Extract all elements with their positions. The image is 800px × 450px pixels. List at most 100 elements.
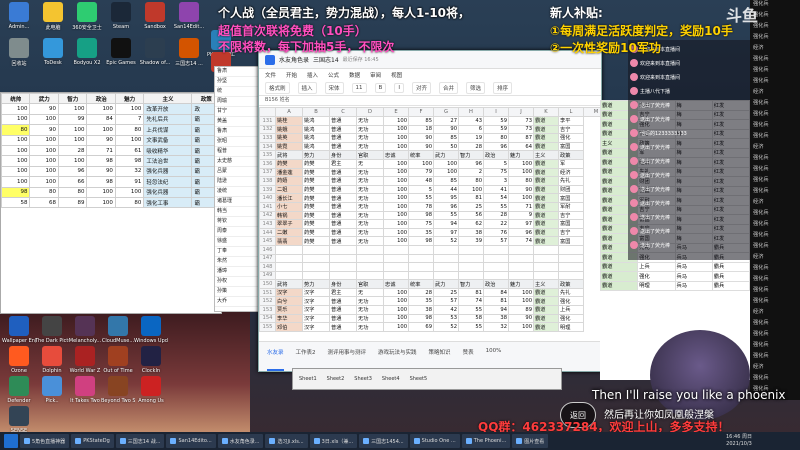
table-cell[interactable]: 100	[383, 236, 409, 246]
desktop-icon[interactable]: Sandbox	[138, 2, 172, 30]
table-cell[interactable]: 2	[458, 167, 484, 178]
table-cell[interactable]: 姚娥	[275, 124, 303, 135]
table-cell[interactable]: 81	[483, 296, 509, 307]
table-cell[interactable]: 药樊	[275, 158, 303, 169]
table-cell[interactable]: 100	[1, 155, 31, 167]
table-cell[interactable]: 96	[483, 141, 509, 152]
table-cell[interactable]: 无功	[356, 116, 384, 126]
table-cell[interactable]: 90	[29, 103, 59, 115]
row-number[interactable]: 151	[259, 287, 276, 298]
system-clock[interactable]: 16:46 周日 2021/10/3	[726, 434, 752, 448]
desktop-icon[interactable]: Out of Time	[101, 346, 135, 374]
table-cell[interactable]: 50	[433, 141, 459, 152]
table-cell[interactable]: 智力	[458, 150, 484, 160]
row-number[interactable]: 139	[259, 184, 276, 195]
table-cell[interactable]: 霸道	[533, 210, 559, 221]
table-cell[interactable]: 官职	[356, 150, 384, 160]
table-cell[interactable]: 98	[86, 176, 116, 188]
column-header[interactable]: A	[275, 107, 303, 117]
table-cell[interactable]	[329, 270, 357, 281]
table-cell[interactable]: 99	[57, 113, 88, 126]
table-cell[interactable]: 药樊	[302, 167, 330, 178]
table-cell[interactable]: 85	[408, 116, 434, 126]
table-cell[interactable]: 轻忽法纪	[143, 176, 193, 188]
table-cell[interactable]: 100	[383, 184, 409, 195]
table-cell[interactable]: 汉字	[302, 305, 330, 315]
table-cell[interactable]	[329, 244, 357, 255]
row-number[interactable]: 133	[259, 133, 276, 143]
table-cell[interactable]: 霸道	[533, 227, 559, 238]
table-cell[interactable]: 霸道	[533, 305, 559, 315]
table-cell[interactable]: 84	[86, 113, 116, 126]
table-cell[interactable]: 74	[458, 296, 484, 307]
table-cell[interactable]: 18	[408, 124, 434, 135]
desktop-icon[interactable]: Steam	[104, 2, 138, 30]
column-header[interactable]: B	[302, 107, 330, 117]
table-cell[interactable]: 魅力	[508, 279, 534, 289]
table-cell[interactable]: 55	[458, 322, 484, 332]
table-cell[interactable]: 48	[408, 176, 434, 186]
desktop-icon[interactable]: It Takes Two	[68, 376, 102, 404]
table-cell[interactable]: 经济	[558, 167, 584, 178]
table-cell[interactable]: 5	[483, 158, 509, 169]
table-cell[interactable]	[383, 253, 409, 264]
desktop-icon[interactable]: ToDesk	[36, 38, 70, 66]
column-header[interactable]: D	[356, 107, 384, 117]
column-header[interactable]: E	[383, 107, 409, 117]
table-cell[interactable]: 吉宁	[558, 210, 584, 221]
toolbar-button[interactable]: 筛选	[465, 81, 485, 94]
table-cell[interactable]: 71	[86, 144, 116, 157]
column-header[interactable]: L	[558, 107, 584, 117]
table-cell[interactable]: 吉宁	[558, 227, 584, 238]
table-cell[interactable]: 89	[508, 305, 534, 315]
table-cell[interactable]: 药樊	[302, 210, 330, 221]
table-cell[interactable]: 无功	[356, 322, 384, 332]
row-number[interactable]: 135	[259, 150, 276, 160]
table-cell[interactable]	[408, 270, 434, 281]
table-cell[interactable]: 52	[433, 236, 459, 246]
desktop-icon[interactable]: Windows Update	[134, 316, 168, 344]
table-cell[interactable]: 贾乐	[275, 305, 303, 315]
table-cell[interactable]: 76	[483, 227, 509, 238]
table-cell[interactable]: 100	[1, 134, 31, 146]
table-cell[interactable]: 霸道	[533, 193, 559, 203]
table-cell[interactable]: 100	[383, 158, 409, 169]
table-cell[interactable]: 工法治世	[143, 155, 193, 167]
row-number[interactable]: 136	[259, 158, 276, 169]
row-number[interactable]: 150	[259, 279, 276, 289]
table-cell[interactable]: 白兮	[275, 296, 303, 307]
table-cell[interactable]: 李华	[275, 313, 303, 324]
table-cell[interactable]	[275, 253, 303, 264]
taskbar-app-button[interactable]: Studio One ...	[409, 434, 460, 448]
sheet-tab[interactable]: 水友录	[267, 348, 284, 371]
table-cell[interactable]: 75	[483, 167, 509, 178]
table-cell[interactable]	[433, 262, 459, 272]
toolbar-button[interactable]: 合并	[438, 81, 458, 94]
row-number[interactable]: 141	[259, 201, 276, 212]
table-cell[interactable]: 汉字	[275, 287, 303, 298]
table-cell[interactable]: 100	[114, 186, 145, 198]
table-cell[interactable]: 药樊	[302, 201, 330, 212]
table-cell[interactable]: 100	[383, 167, 409, 178]
table-cell[interactable]: 100	[114, 134, 145, 146]
table-cell[interactable]: 80	[29, 186, 59, 198]
desktop-icon[interactable]: 三国志14 ...	[172, 38, 206, 67]
table-cell[interactable]: 100	[383, 193, 409, 203]
column-header[interactable]: G	[433, 107, 459, 117]
table-cell[interactable]: 100	[383, 305, 409, 315]
toolbar-button[interactable]: 宋体	[324, 81, 344, 94]
row-number[interactable]: 132	[259, 124, 276, 135]
table-cell[interactable]: 100	[29, 113, 59, 126]
table-cell[interactable]	[275, 244, 303, 255]
row-number[interactable]: 131	[259, 116, 276, 126]
row-number[interactable]: 146	[259, 244, 276, 255]
taskbar-app-button[interactable]: 选习Ji.xls...	[265, 434, 308, 448]
table-cell[interactable]: 81	[458, 287, 484, 298]
desktop-icon[interactable]: San14Edit...	[172, 2, 206, 30]
row-number[interactable]: 152	[259, 296, 276, 307]
toolbar-button[interactable]: I	[394, 82, 404, 93]
table-cell[interactable]: 霸道	[533, 176, 559, 186]
table-cell[interactable]: 无功	[356, 124, 384, 135]
column-header[interactable]: J	[508, 107, 534, 117]
table-cell[interactable]	[302, 262, 330, 272]
